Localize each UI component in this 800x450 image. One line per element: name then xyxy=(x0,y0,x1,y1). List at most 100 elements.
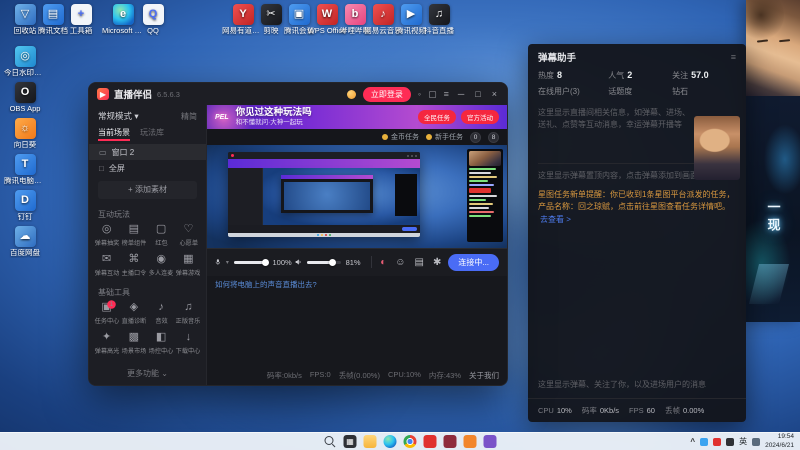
feature-red-packet[interactable]: ▢ 红包 xyxy=(148,223,175,251)
feature-danmaku-interact[interactable]: ✉ 弹幕互动 xyxy=(93,253,120,281)
input-language-indicator[interactable]: 英 xyxy=(739,436,747,447)
add-source-button[interactable]: + 添加素材 xyxy=(98,181,197,199)
settings-icon[interactable]: ✱ xyxy=(431,257,443,268)
app-title: 直播伴侣 xyxy=(114,90,153,101)
speaker-volume-slider[interactable] xyxy=(306,258,341,266)
titlebar[interactable]: ▶ 直播伴侣 6.5.6.3 立即登录 ◦ ▢ ≡ ─ □ × xyxy=(89,83,507,105)
feature-wishlist[interactable]: ♡ 心愿单 xyxy=(175,223,202,251)
desktop-icon-netdisk[interactable]: ☁ 百度网盘 xyxy=(4,226,46,258)
game-icon: ▦ xyxy=(183,253,194,265)
tool-scene-market[interactable]: ▩ 场景市场 xyxy=(120,331,147,359)
counter-badge[interactable]: 8 xyxy=(488,131,499,143)
multi-guest-icon: ◉ xyxy=(156,253,166,265)
captured-danmaku-panel xyxy=(466,148,503,242)
activity-image[interactable] xyxy=(694,116,740,180)
search-icon[interactable] xyxy=(324,435,337,448)
stat-heat: 热度 8 xyxy=(538,70,563,80)
chip-coin-task[interactable]: 金币任务 xyxy=(382,132,419,142)
feature-host-command[interactable]: ⌘ 主播口令 xyxy=(120,253,147,281)
compact-mode-toggle[interactable]: 精简 xyxy=(181,111,197,122)
maximize-button[interactable]: □ xyxy=(473,89,482,99)
task-view-icon[interactable]: ▦ xyxy=(343,435,357,448)
tray-app-icon[interactable] xyxy=(700,437,709,446)
edge-taskbar-icon[interactable] xyxy=(383,435,397,448)
microphone-icon[interactable] xyxy=(215,257,221,267)
app-maroon-icon[interactable] xyxy=(443,435,457,448)
speaker-icon[interactable] xyxy=(295,257,301,267)
desktop-icon-camera[interactable]: ◎ 今日水印相机 xyxy=(4,46,46,78)
desktop-icon-qq[interactable]: Q QQ xyxy=(132,4,174,36)
mode-selector[interactable]: 常规模式 ▾ xyxy=(98,110,139,122)
taskbar-clock[interactable]: 19:54 2024/6/21 xyxy=(765,433,794,449)
desktop-icon-obs[interactable]: O OBS App xyxy=(4,82,46,114)
tray-app-icon[interactable] xyxy=(713,437,722,446)
sunflower-icon: ☼ xyxy=(14,118,36,139)
captured-avatar-image xyxy=(468,150,501,166)
tool-highlight[interactable]: ✦ 弹幕高光 xyxy=(93,331,120,359)
app-purple-icon[interactable] xyxy=(483,435,497,448)
stream-preview-canvas[interactable] xyxy=(207,145,507,248)
footer-bitrate: 码率 0Kb/s xyxy=(581,406,620,415)
tool-diagnosis[interactable]: ◈ 直播诊断 xyxy=(120,301,147,329)
source-item-fullscreen[interactable]: □ 全屏 xyxy=(89,160,206,176)
tool-licensed-music[interactable]: ♫ 正版音乐 xyxy=(175,301,202,329)
more-features-button[interactable]: 更多功能 ⌄ xyxy=(89,363,206,385)
app-red-icon[interactable] xyxy=(423,435,437,448)
network-icon[interactable] xyxy=(752,437,761,446)
tray-app-icon[interactable] xyxy=(726,437,735,446)
tool-control-center[interactable]: ◧ 场控中心 xyxy=(148,331,175,359)
mic-volume-value: 100% xyxy=(272,257,292,267)
announce-icon[interactable]: ▢ xyxy=(428,89,437,100)
chevron-down-icon[interactable]: ▾ xyxy=(226,259,229,266)
chip-newbie-task[interactable]: 新手任务 xyxy=(426,132,463,142)
app-orange-icon[interactable] xyxy=(463,435,477,448)
about-link[interactable]: 关于我们 xyxy=(469,370,499,381)
tool-sound-effects[interactable]: ♪ 音效 xyxy=(148,301,175,329)
connect-button[interactable]: 连接中... xyxy=(448,253,500,271)
tray-expand-chevron[interactable]: ^ xyxy=(690,437,695,446)
start-button[interactable] xyxy=(304,435,317,448)
desktop-icon-sunflower[interactable]: ☼ 向日葵 xyxy=(4,118,46,150)
coin-icon xyxy=(382,134,388,140)
tool-task-center[interactable]: ▣ 任务中心 1 xyxy=(93,300,120,329)
beauty-icon[interactable]: ☺ xyxy=(393,257,407,268)
desktop-icon-douyin[interactable]: ♫ 抖音直播 xyxy=(418,4,460,36)
stat-topic: 话题度 xyxy=(608,87,633,96)
menu-icon[interactable]: ≡ xyxy=(444,89,449,99)
tab-gameplay-library[interactable]: 玩法库 xyxy=(140,127,164,141)
tab-current-scene[interactable]: 当前场景 xyxy=(98,127,130,141)
panel-menu-icon[interactable]: ≡ xyxy=(731,52,736,62)
support-icon[interactable]: ◦ xyxy=(418,89,421,99)
feature-danmaku-lottery[interactable]: ◎ 弹幕抽奖 xyxy=(93,223,120,251)
file-explorer-icon[interactable] xyxy=(363,435,377,448)
close-button[interactable]: × xyxy=(490,89,499,99)
captured-sidebar xyxy=(228,168,263,226)
counter-badge[interactable]: 0 xyxy=(470,131,481,143)
chevron-down-icon: ▾ xyxy=(134,111,139,121)
desktop-icon-pc-manager[interactable]: T 腾讯电脑管家 xyxy=(4,154,46,186)
banner-badge-events[interactable]: 官方活动 xyxy=(461,110,499,124)
minimize-button[interactable]: ─ xyxy=(456,89,466,99)
feature-multi-guest[interactable]: ◉ 多人连麦 xyxy=(148,253,175,281)
desktop-icon-dingtalk[interactable]: D 钉钉 xyxy=(4,190,46,222)
quality-icon[interactable]: ◐ xyxy=(378,257,388,268)
panel-spacer xyxy=(528,226,746,379)
banner-badge-tasks[interactable]: 全民任务 xyxy=(418,110,456,124)
scene-market-icon: ▩ xyxy=(128,331,140,343)
help-link[interactable]: 如何将电脑上的声音直播出去? xyxy=(215,279,499,290)
mic-volume-slider[interactable] xyxy=(233,258,270,266)
live-stats: 热度 8 人气 2 关注 57.0 在线用户(3) 话题度 钻石 xyxy=(528,68,746,103)
chrome-taskbar-icon[interactable] xyxy=(403,435,417,448)
task-notice-link[interactable]: 去查看 > xyxy=(540,215,571,224)
sticker-icon[interactable]: ▤ xyxy=(413,257,426,268)
tool-download-center[interactable]: ↓ 下载中心 xyxy=(175,331,202,359)
audio-controls-bar: ▾ 100% 81% ◐ ☺ ▤ ✱ 连接中... xyxy=(207,247,507,276)
art-glow-title: 一现 xyxy=(765,199,781,236)
source-item-window[interactable]: ▭ 窗口 2 xyxy=(89,144,206,160)
login-button[interactable]: 立即登录 xyxy=(362,86,411,102)
feature-danmaku-game[interactable]: ▦ 弹幕游戏 xyxy=(175,253,202,281)
promo-banner[interactable]: PEL 你见过这种玩法吗 和不懂就问·大神一起玩 全民任务 官方活动 xyxy=(207,105,507,129)
promo-icon[interactable] xyxy=(346,89,356,99)
feature-ranking-widget[interactable]: ▤ 榜单组件 xyxy=(120,223,147,251)
desktop-icon-toolbox[interactable]: + 工具箱 xyxy=(60,4,102,36)
